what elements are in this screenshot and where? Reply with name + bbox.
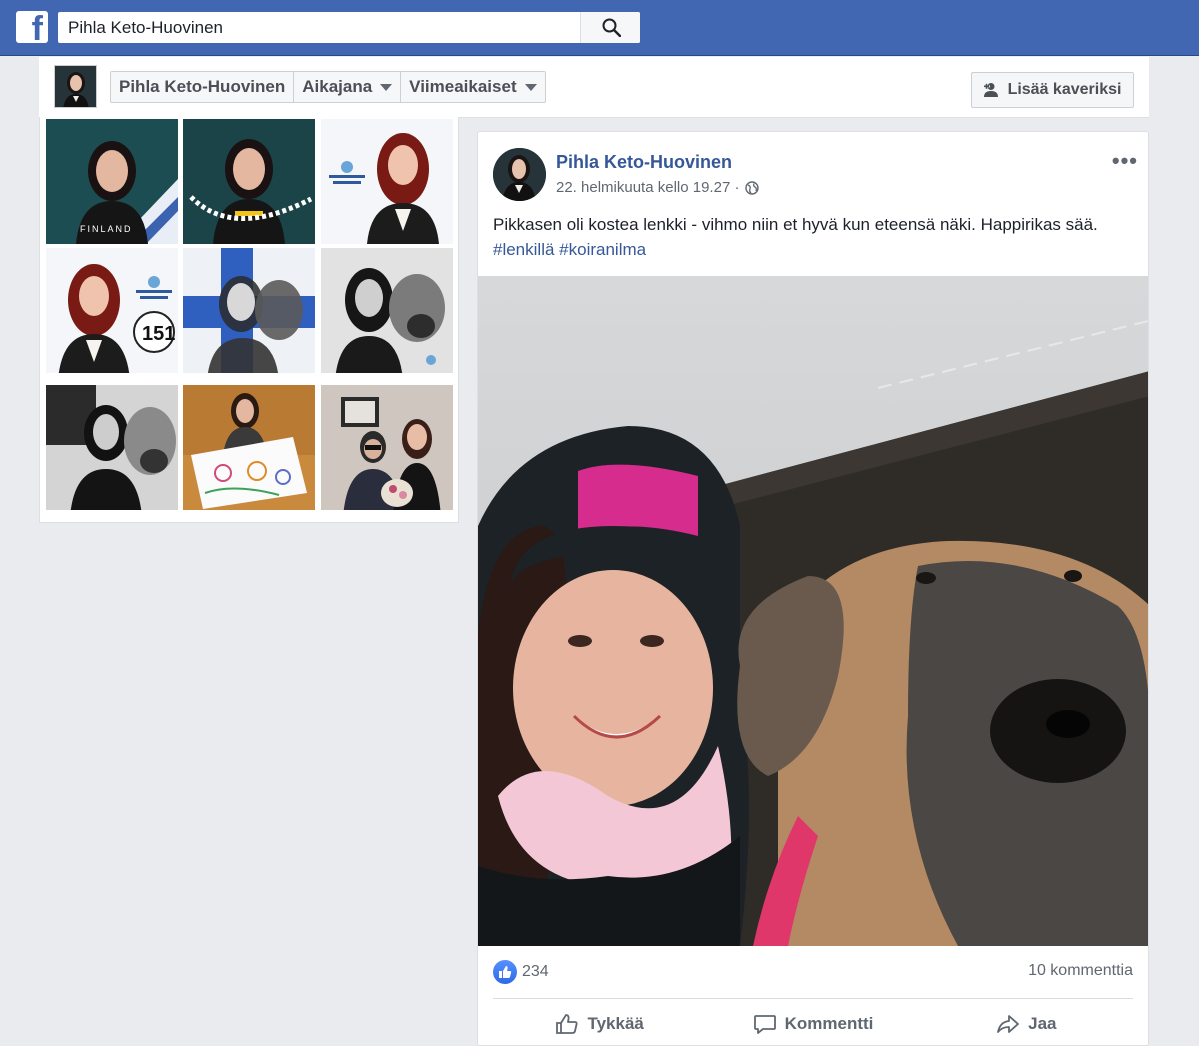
- post-photo[interactable]: [478, 276, 1148, 946]
- like-label: Tykkää: [587, 1014, 644, 1033]
- facebook-logo-icon[interactable]: f: [16, 11, 48, 46]
- add-friend-icon: [983, 83, 998, 97]
- tab-profile-name[interactable]: Pihla Keto-Huovinen: [111, 72, 295, 102]
- profile-tabs: Pihla Keto-Huovinen Aikajana Viimeaikais…: [110, 71, 546, 103]
- photo-thumbnail[interactable]: [321, 119, 453, 244]
- chevron-down-icon: [380, 83, 393, 91]
- search-button[interactable]: [580, 12, 640, 43]
- post-card: Pihla Keto-Huovinen 22. helmikuuta kello…: [477, 131, 1149, 1046]
- globe-icon: [745, 180, 760, 195]
- photo-thumbnail[interactable]: 151: [46, 248, 178, 373]
- post-text: Pikkasen oli kostea lenkki - vihmo niin …: [493, 212, 1133, 262]
- search-box: [58, 12, 640, 43]
- share-icon: [997, 1015, 1020, 1033]
- share-button[interactable]: Jaa: [920, 1006, 1133, 1042]
- photo-thumbnail[interactable]: [321, 385, 453, 510]
- post-meta: 22. helmikuuta kello 19.27 ·: [556, 179, 760, 196]
- comment-count[interactable]: 10 kommenttia: [1028, 962, 1133, 980]
- like-count: 234: [522, 963, 549, 980]
- photos-grid: FINLAND 151: [39, 117, 459, 523]
- reaction-summary[interactable]: 234: [493, 960, 549, 984]
- more-options-icon[interactable]: •••: [1112, 148, 1138, 174]
- profile-avatar[interactable]: [54, 65, 97, 108]
- chevron-down-icon: [524, 83, 537, 91]
- post-body: Pikkasen oli kostea lenkki - vihmo niin …: [493, 215, 1098, 234]
- post-actions: Tykkää Kommentti Jaa: [493, 1006, 1133, 1042]
- tab-timeline[interactable]: Aikajana: [294, 72, 402, 102]
- hashtag-link[interactable]: #lenkillä: [493, 240, 554, 259]
- hashtag-link[interactable]: #koiranilma: [559, 240, 646, 259]
- like-reaction-icon: [493, 960, 517, 984]
- top-navigation-bar: f: [0, 0, 1199, 56]
- post-author-avatar[interactable]: [493, 148, 546, 201]
- profile-navigation: Pihla Keto-Huovinen Aikajana Viimeaikais…: [39, 57, 1149, 118]
- tab-recent[interactable]: Viimeaikaiset: [401, 72, 544, 102]
- photo-thumbnail[interactable]: [183, 248, 315, 373]
- photo-thumbnail[interactable]: [183, 119, 315, 244]
- divider: [493, 998, 1133, 999]
- comment-button[interactable]: Kommentti: [706, 1006, 919, 1042]
- photo-thumbnail[interactable]: FINLAND: [46, 119, 178, 244]
- search-icon: [602, 18, 621, 37]
- add-friend-label: Lisää kaveriksi: [1007, 81, 1122, 98]
- like-button[interactable]: Tykkää: [493, 1006, 706, 1042]
- comment-label: Kommentti: [784, 1014, 874, 1033]
- photo-thumbnail[interactable]: [46, 385, 178, 510]
- thumbs-up-icon: [556, 1014, 578, 1034]
- svg-text:151: 151: [142, 323, 175, 345]
- post-timestamp[interactable]: 22. helmikuuta kello 19.27 ·: [556, 179, 739, 196]
- svg-text:FINLAND: FINLAND: [80, 224, 133, 234]
- photo-thumbnail[interactable]: [321, 248, 453, 373]
- search-input[interactable]: [58, 12, 580, 43]
- comment-icon: [753, 1015, 776, 1034]
- post-author-name[interactable]: Pihla Keto-Huovinen: [556, 152, 732, 173]
- share-label: Jaa: [1028, 1014, 1057, 1033]
- photo-thumbnail[interactable]: [183, 385, 315, 510]
- add-friend-button[interactable]: Lisää kaveriksi: [971, 72, 1134, 108]
